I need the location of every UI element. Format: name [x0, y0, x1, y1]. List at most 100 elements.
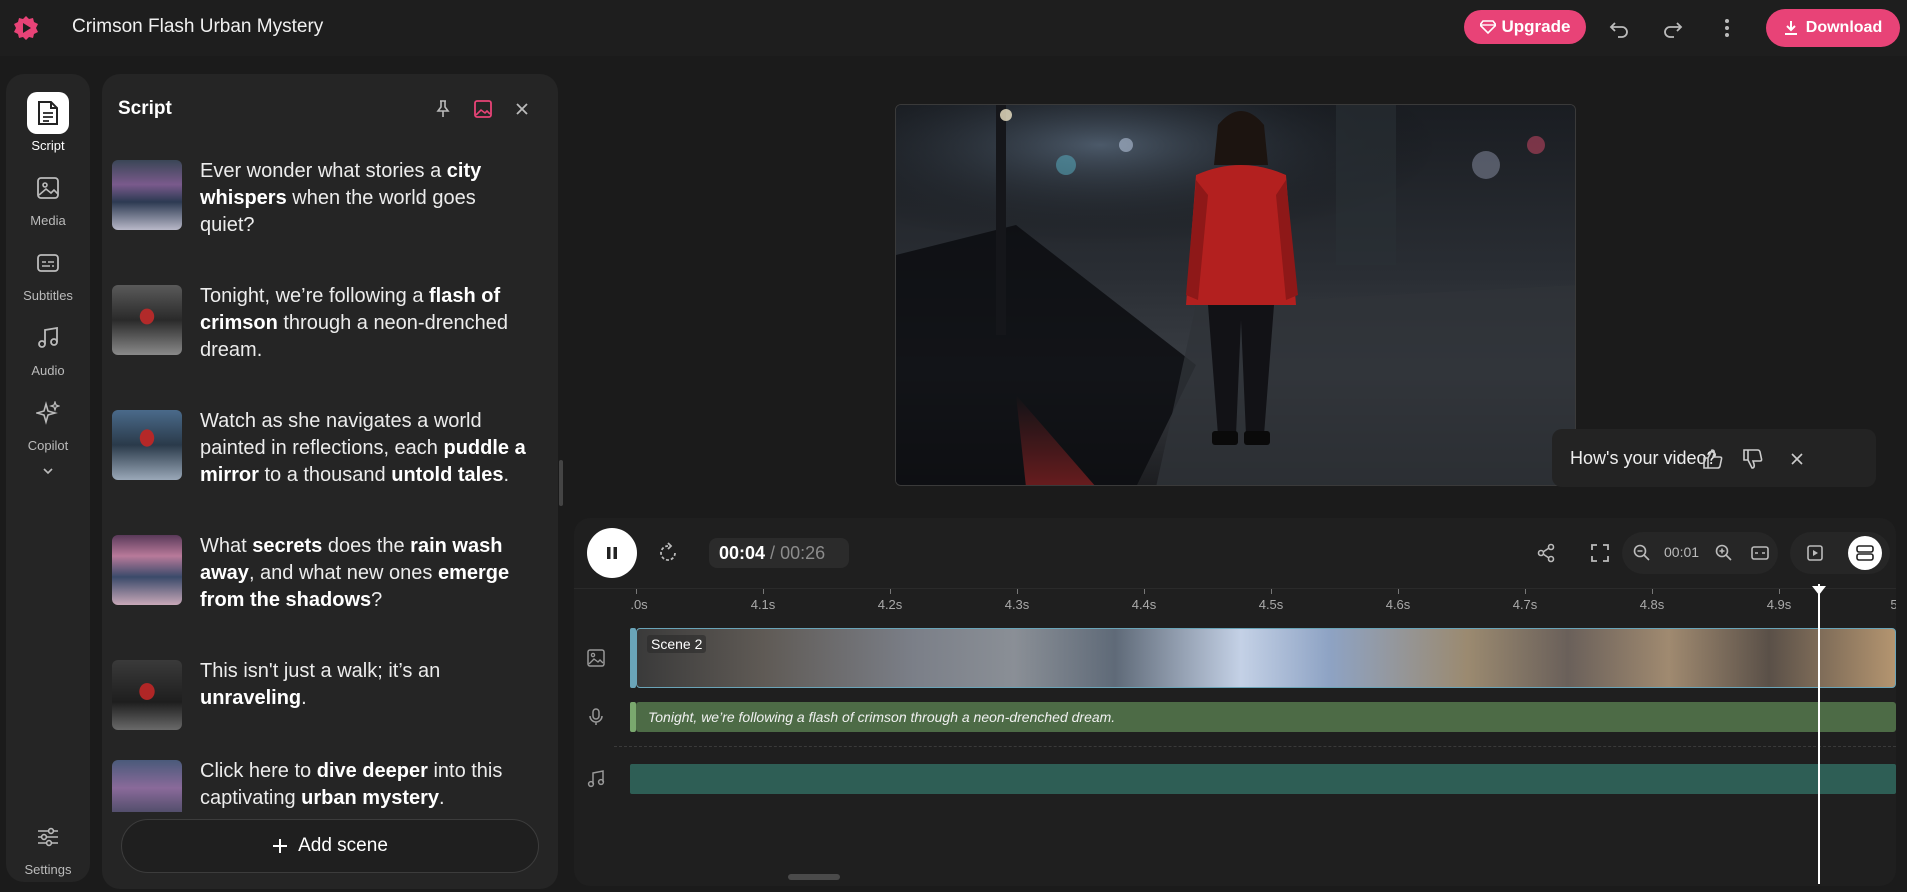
replay-icon[interactable]: [654, 539, 682, 567]
playhead[interactable]: [1818, 584, 1820, 884]
left-rail: Script Media Subtitles Audio Copilot Set…: [6, 74, 90, 882]
playhead-handle[interactable]: [1812, 586, 1826, 595]
app-logo-icon[interactable]: [12, 14, 40, 42]
tick-label: 4.1s: [750, 597, 776, 612]
current-time: 00:04: [719, 542, 766, 563]
image-toggle-icon[interactable]: [472, 98, 494, 120]
total-time: 00:26: [780, 542, 826, 563]
tick-label: 4.8s: [1639, 597, 1665, 612]
pause-icon: [607, 547, 617, 559]
fit-timeline-icon[interactable]: [1746, 539, 1774, 567]
video-preview[interactable]: [895, 104, 1576, 486]
rail-item-media[interactable]: Media: [6, 167, 90, 235]
time-display: 00:04 / 00:26: [709, 538, 849, 568]
scene-item[interactable]: Click here to dive deeper into this capt…: [112, 758, 548, 812]
rail-item-script[interactable]: Script: [6, 92, 90, 160]
scene-list: Ever wonder what stories a city whispers…: [102, 158, 558, 812]
feedback-popup: How's your video?: [1552, 429, 1876, 487]
timeline-ruler[interactable]: .0s 4.1s 4.2s 4.3s 4.4s 4.5s 4.6s 4.7s 4…: [574, 588, 1896, 622]
rail-item-audio[interactable]: Audio: [6, 317, 90, 385]
subtitles-icon: [27, 242, 69, 284]
fullscreen-icon[interactable]: [1586, 539, 1614, 567]
scene-text[interactable]: Ever wonder what stories a city whispers…: [200, 158, 530, 268]
tick-label: 4.9s: [1766, 597, 1792, 612]
rail-label: Settings: [24, 862, 72, 877]
scene-text[interactable]: Watch as she navigates a world painted i…: [200, 408, 530, 518]
track-separator: [614, 746, 1896, 747]
scene-thumbnail: [112, 285, 182, 355]
download-label: Download: [1805, 19, 1883, 36]
tick-label: 4.2s: [877, 597, 903, 612]
preview-mode-icon[interactable]: [1798, 536, 1832, 570]
voiceover-clip[interactable]: Tonight, we’re following a flash of crim…: [636, 702, 1896, 732]
pause-button[interactable]: [587, 528, 637, 578]
timeline-mode-icon[interactable]: [1848, 536, 1882, 570]
undo-icon[interactable]: [1603, 12, 1635, 44]
view-toggle: [1790, 532, 1890, 574]
scene-clip[interactable]: Scene 2: [636, 628, 1896, 688]
download-icon: [1784, 21, 1797, 35]
scene-thumbnail: [112, 160, 182, 230]
chevron-down-icon[interactable]: [40, 464, 56, 476]
tick-label: 4.5s: [1258, 597, 1284, 612]
tick-label: .0s: [630, 597, 648, 612]
scene-item[interactable]: This isn't just a walk; it’s an unraveli…: [112, 658, 548, 768]
scene-item[interactable]: Ever wonder what stories a city whispers…: [112, 158, 548, 268]
scene-thumbnail: [112, 660, 182, 730]
panel-resize-handle[interactable]: [559, 460, 563, 506]
top-bar: Crimson Flash Urban Mystery Upgrade Down…: [0, 0, 1907, 56]
share-icon[interactable]: [1532, 539, 1560, 567]
scene-item[interactable]: Watch as she navigates a world painted i…: [112, 408, 548, 518]
sparkle-icon: [27, 392, 69, 434]
redo-icon[interactable]: [1657, 12, 1689, 44]
scene-item[interactable]: What secrets does the rain wash away, an…: [112, 533, 548, 643]
scene-item[interactable]: Tonight, we’re following a flash of crim…: [112, 283, 548, 393]
rail-label: Audio: [31, 363, 65, 378]
thumbs-up-icon[interactable]: [1700, 446, 1726, 472]
close-icon[interactable]: [511, 98, 533, 120]
preview-frame-image: [896, 105, 1575, 485]
rail-label: Script: [31, 138, 65, 153]
music-note-icon: [582, 765, 610, 793]
upgrade-button[interactable]: Upgrade: [1464, 10, 1586, 44]
zoom-out-icon[interactable]: [1628, 539, 1656, 567]
upgrade-label: Upgrade: [1501, 17, 1571, 36]
scene-clip-label: Scene 2: [647, 635, 707, 653]
image-icon: [27, 167, 69, 209]
close-icon[interactable]: [1784, 446, 1810, 472]
tick-label: 4.7s: [1512, 597, 1538, 612]
rail-label: Subtitles: [23, 288, 73, 303]
timeline-panel: 00:04 / 00:26 00:01 .0s 4.1s 4.2s 4.3s 4…: [574, 518, 1896, 886]
rail-item-settings[interactable]: Settings: [6, 816, 90, 884]
zoom-in-icon[interactable]: [1710, 539, 1738, 567]
rail-label: Media: [30, 213, 66, 228]
tick-label: 4.4s: [1131, 597, 1157, 612]
tick-label: 5: [1890, 597, 1896, 612]
scene-text[interactable]: Click here to dive deeper into this capt…: [200, 758, 530, 812]
pin-icon[interactable]: [432, 98, 454, 120]
diamond-icon: [1479, 20, 1496, 34]
rail-label: Copilot: [27, 438, 69, 453]
more-options-icon[interactable]: [1711, 12, 1743, 44]
feedback-question: How's your video?: [1570, 447, 1717, 468]
horizontal-scrollbar[interactable]: [788, 874, 840, 880]
music-clip[interactable]: [630, 764, 1896, 794]
thumbs-down-icon[interactable]: [1740, 446, 1766, 472]
add-scene-button[interactable]: Add scene: [121, 819, 539, 873]
tick-label: 4.3s: [1004, 597, 1030, 612]
scene-thumbnail: [112, 535, 182, 605]
scene-text[interactable]: What secrets does the rain wash away, an…: [200, 533, 530, 643]
panel-title: Script: [118, 98, 172, 119]
music-note-icon: [27, 317, 69, 359]
zoom-value: 00:01: [1664, 544, 1700, 560]
tick-label: 4.6s: [1385, 597, 1411, 612]
add-scene-label: Add scene: [298, 835, 388, 856]
settings-sliders-icon: [27, 816, 69, 858]
scene-text[interactable]: This isn't just a walk; it’s an unraveli…: [200, 658, 530, 768]
rail-item-copilot[interactable]: Copilot: [6, 392, 90, 460]
scene-text[interactable]: Tonight, we’re following a flash of crim…: [200, 283, 530, 393]
project-title[interactable]: Crimson Flash Urban Mystery: [72, 16, 323, 38]
download-button[interactable]: Download: [1766, 9, 1900, 47]
rail-item-subtitles[interactable]: Subtitles: [6, 242, 90, 310]
scene-thumbnail: [112, 760, 182, 812]
